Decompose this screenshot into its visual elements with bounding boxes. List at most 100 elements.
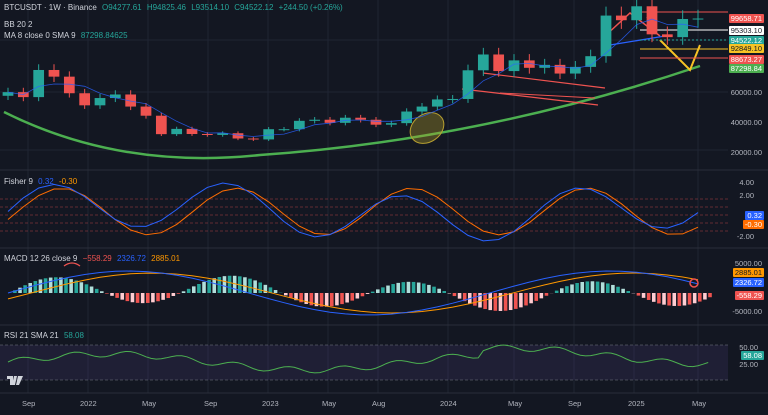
macd-histogram-bar [176, 293, 181, 294]
macd-histogram-bar [94, 288, 99, 293]
bb-legend[interactable]: BB 20 2 [4, 20, 35, 29]
time-tick: Sep [204, 399, 218, 408]
channel-line-top[interactable] [482, 72, 606, 89]
macd-histogram-bar [370, 291, 375, 293]
rsi-label: RSI 21 SMA 21 [4, 331, 59, 340]
candle-body [278, 129, 290, 131]
rsi-value: 58.08 [63, 331, 84, 340]
macd-histogram-bar [202, 281, 206, 293]
macd-histogram-bar [473, 293, 477, 306]
chart-canvas[interactable]: ⚒ [0, 0, 768, 415]
fisher-legend[interactable]: Fisher 9 0.32 -0.30 [4, 177, 80, 186]
macd-histogram-bar [657, 293, 661, 304]
macd-histogram-bar [151, 293, 155, 303]
macd-line-value: 2326.72 [116, 254, 146, 263]
macd-histogram-bar [667, 293, 671, 306]
symbol-title[interactable]: BTCUSDT · 1W · Binance [4, 3, 97, 12]
price-label: 92849.10 [728, 44, 764, 53]
macd-histogram-bar [43, 278, 48, 293]
ohlc-high: H94825.46 [146, 3, 186, 12]
candle-body [33, 69, 45, 98]
macd-histogram-bar [677, 293, 682, 306]
macd-histogram-bar [258, 282, 263, 293]
rsi-legend[interactable]: RSI 21 SMA 21 58.08 [4, 331, 87, 340]
macd-histogram-bar [565, 286, 569, 293]
macd-histogram-bar [166, 293, 171, 299]
macd-legend[interactable]: MACD 12 26 close 9 −558.29 2326.72 2885.… [4, 254, 183, 263]
fisher-trigger-line[interactable] [7, 187, 699, 236]
macd-histogram-bar [687, 293, 692, 305]
candle-body [155, 115, 167, 135]
time-tick: May [508, 399, 523, 408]
ohlc-low: L93514.10 [191, 3, 230, 12]
macd-histogram-bar [652, 293, 656, 302]
candle-body [692, 18, 704, 20]
macd-histogram-bar [324, 293, 329, 307]
support-curve[interactable] [3, 64, 701, 160]
candle-body [661, 34, 673, 38]
macd-histogram-bar [641, 293, 646, 298]
tradingview-logo-icon[interactable] [6, 373, 24, 387]
macd-histogram-bar [89, 286, 94, 293]
macd-histogram-bar [554, 290, 559, 293]
macd-histogram-bar [253, 280, 257, 293]
macd-histogram-bar [524, 293, 528, 306]
fisher-label: -0.30 [742, 220, 764, 229]
macd-line[interactable] [7, 270, 699, 316]
time-tick: May [692, 399, 707, 408]
macd-histogram-bar [585, 281, 590, 293]
macd-histogram-bar [646, 293, 651, 300]
macd-histogram-bar [130, 293, 135, 303]
macd-histogram-bar [386, 285, 390, 293]
macd-histogram-bar [600, 282, 605, 293]
macd-histogram-bar [560, 288, 564, 293]
macd-histogram-bar [28, 282, 33, 293]
triangle-bottom[interactable] [659, 39, 701, 72]
macd-tick: 5000.00 [734, 259, 762, 268]
macd-histogram-bar [125, 293, 130, 302]
candle-body [355, 117, 367, 120]
candle-body [309, 119, 321, 121]
macd-histogram-bar [416, 282, 421, 293]
time-tick: May [142, 399, 157, 408]
candle-body [508, 60, 520, 72]
macd-histogram-bar [606, 283, 610, 293]
ma-value: 87298.84625 [80, 31, 128, 40]
macd-histogram-bar [135, 293, 140, 303]
macd-histogram-bar [457, 293, 462, 299]
macd-histogram-bar [626, 290, 631, 293]
ohlc-close: C94522.12 [234, 3, 274, 12]
macd-histogram-bar [708, 293, 712, 298]
macd-histogram-bar [508, 293, 513, 311]
macd-histogram-bar [181, 291, 186, 293]
macd-histogram-bar [391, 284, 395, 293]
macd-histogram-bar [442, 291, 447, 293]
macd-histogram-bar [350, 293, 355, 301]
candle-body [631, 6, 643, 21]
fisher-value-2: -0.30 [58, 177, 78, 186]
time-tick: 2025 [628, 399, 645, 408]
candle-body [201, 134, 213, 135]
macd-histogram-bar [171, 293, 176, 296]
macd-histogram-bar [575, 283, 579, 293]
macd-histogram-bar [422, 283, 426, 293]
fisher-line[interactable] [7, 182, 699, 242]
macd-hist-value: −558.29 [82, 254, 112, 263]
macd-arc-marker[interactable] [63, 262, 81, 267]
macd-histogram-bar [682, 293, 687, 306]
candle-body [477, 54, 489, 71]
macd-histogram-bar [529, 293, 533, 304]
candle-body [79, 93, 91, 106]
time-tick: May [322, 399, 337, 408]
ma-legend[interactable]: MA 8 close 0 SMA 9 87298.84625 [4, 31, 131, 40]
price-label: 88673.27 [728, 55, 764, 64]
macd-histogram-bar [595, 281, 600, 293]
symbol-header: BTCUSDT · 1W · Binance O94277.61 H94825.… [4, 3, 346, 12]
macd-label: 2885.01 [732, 268, 764, 277]
candle-body [385, 123, 397, 125]
price-label: 95303.10 [728, 26, 764, 35]
rsi-label: 58.08 [741, 351, 764, 360]
ohlc-change: +244.50 (+0.26%) [278, 3, 343, 12]
macd-histogram-bar [115, 293, 119, 298]
macd-histogram-bar [662, 293, 666, 305]
